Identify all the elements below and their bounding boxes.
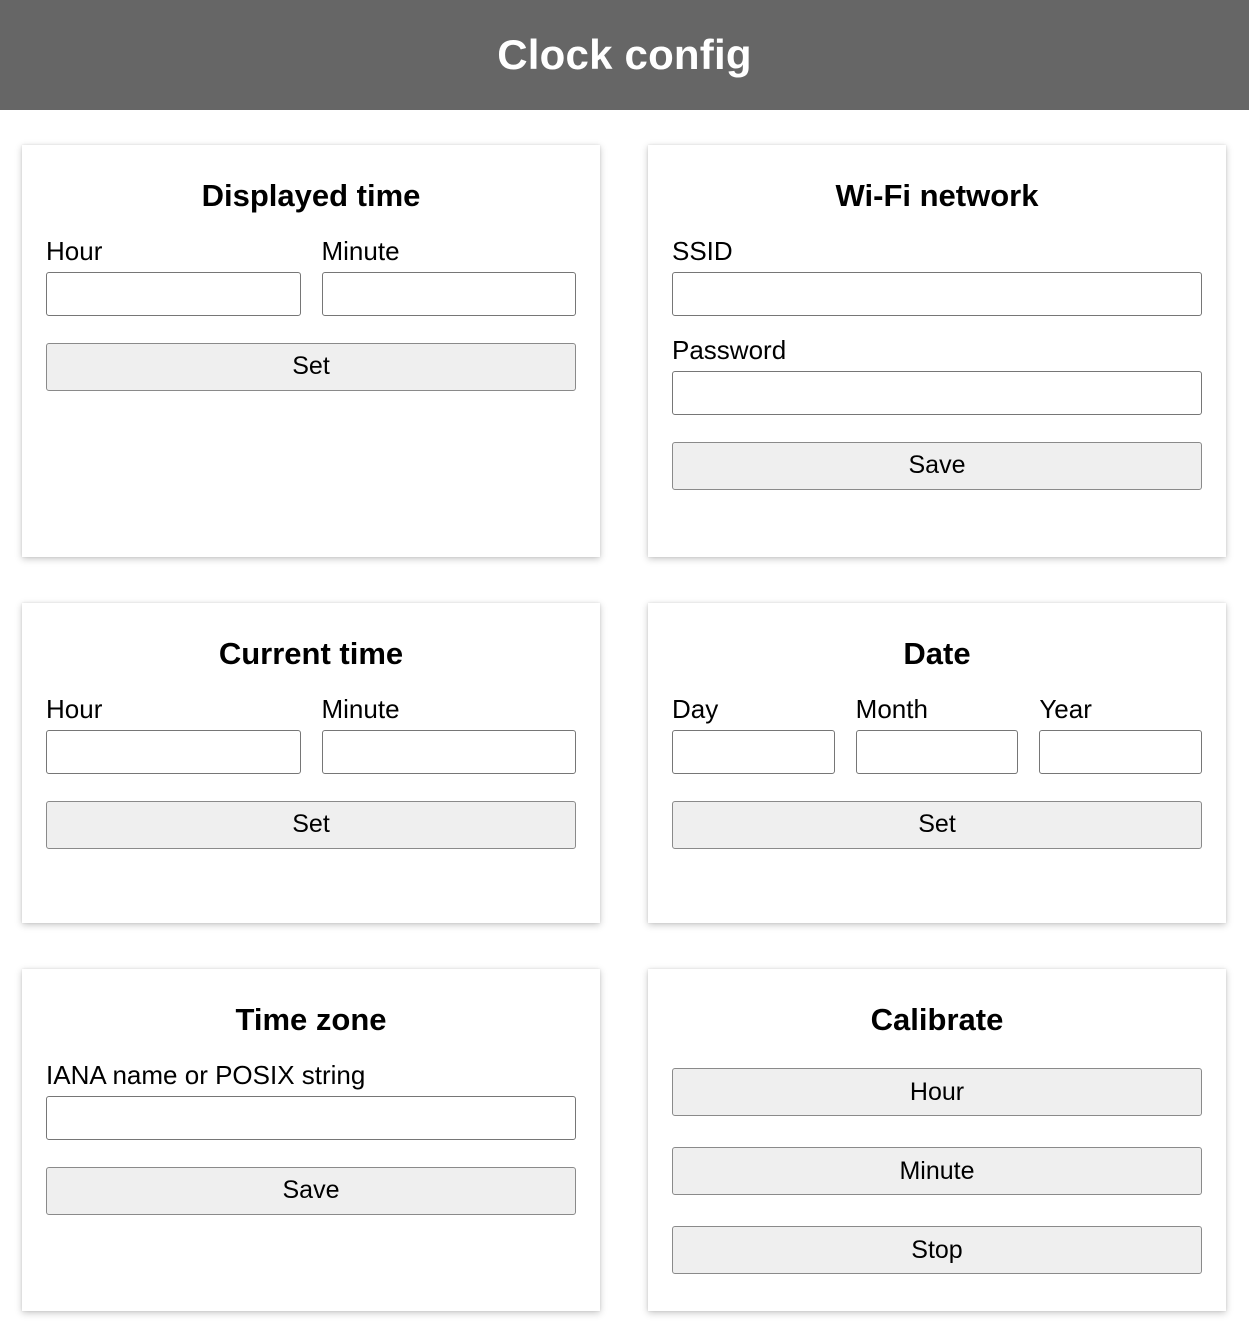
displayed-time-hour-input[interactable]: [46, 271, 301, 316]
date-month-input[interactable]: [855, 729, 1019, 774]
card-displayed-time: Displayed time Hour Minute Set: [22, 145, 600, 557]
time-zone-label: IANA name or POSIX string: [46, 1060, 366, 1091]
date-year-field: Year: [1039, 694, 1203, 774]
wifi-ssid-input[interactable]: [672, 271, 1202, 316]
card-title-displayed-time: Displayed time: [201, 178, 421, 213]
date-year-label: Year: [1039, 694, 1092, 725]
current-time-fields: Hour Minute: [46, 694, 576, 774]
current-time-hour-field: Hour: [46, 694, 301, 774]
time-zone-input[interactable]: [46, 1095, 576, 1140]
wifi-ssid-label: SSID: [672, 236, 733, 267]
card-current-time: Current time Hour Minute Set: [22, 603, 600, 923]
time-zone-field: IANA name or POSIX string: [46, 1060, 576, 1140]
date-month-label: Month: [855, 694, 928, 725]
date-day-label: Day: [672, 694, 719, 725]
date-set-button[interactable]: Set: [672, 800, 1202, 849]
displayed-time-minute-input[interactable]: [321, 271, 576, 316]
card-title-current-time: Current time: [218, 636, 404, 671]
calibrate-button-stack: Hour Minute Stop: [672, 1041, 1202, 1275]
wifi-password-label: Password: [672, 334, 787, 365]
page-title: Clock config: [497, 31, 752, 78]
wifi-password-field: Password: [672, 334, 1202, 415]
calibrate-minute-button[interactable]: Minute: [672, 1147, 1202, 1196]
date-month-field: Month: [855, 694, 1019, 774]
displayed-time-hour-label: Hour: [46, 236, 103, 267]
card-wifi-network: Wi-Fi network SSID Password Save: [648, 145, 1226, 557]
card-calibrate: Calibrate Hour Minute Stop: [648, 969, 1226, 1311]
displayed-time-hour-field: Hour: [46, 236, 301, 316]
current-time-hour-input[interactable]: [46, 729, 301, 774]
date-day-input[interactable]: [672, 729, 835, 774]
calibrate-hour-button[interactable]: Hour: [672, 1068, 1202, 1117]
displayed-time-minute-field: Minute: [321, 236, 576, 316]
date-year-input[interactable]: [1039, 729, 1203, 774]
card-title-time-zone: Time zone: [235, 1002, 387, 1037]
app-header: Clock config: [0, 0, 1249, 110]
displayed-time-minute-label: Minute: [321, 236, 400, 267]
date-day-field: Day: [672, 694, 835, 774]
date-fields: Day Month Year: [672, 694, 1203, 774]
displayed-time-fields: Hour Minute: [46, 236, 576, 316]
card-time-zone: Time zone IANA name or POSIX string Save: [22, 969, 600, 1311]
card-title-date: Date: [903, 636, 971, 671]
current-time-set-button[interactable]: Set: [46, 800, 576, 849]
wifi-save-button[interactable]: Save: [672, 441, 1202, 490]
current-time-hour-label: Hour: [46, 694, 103, 725]
calibrate-stop-button[interactable]: Stop: [672, 1226, 1202, 1275]
current-time-minute-input[interactable]: [321, 729, 576, 774]
current-time-minute-label: Minute: [321, 694, 400, 725]
card-title-calibrate: Calibrate: [870, 1002, 1004, 1037]
wifi-password-input[interactable]: [672, 370, 1202, 415]
displayed-time-set-button[interactable]: Set: [46, 342, 576, 391]
current-time-minute-field: Minute: [321, 694, 576, 774]
wifi-ssid-field: SSID: [672, 236, 1202, 316]
time-zone-save-button[interactable]: Save: [46, 1166, 576, 1215]
card-title-wifi-network: Wi-Fi network: [835, 178, 1039, 213]
card-date: Date Day Month Year Set: [648, 603, 1226, 923]
config-cards-grid: Displayed time Hour Minute Set Wi-Fi net…: [0, 110, 1249, 1334]
